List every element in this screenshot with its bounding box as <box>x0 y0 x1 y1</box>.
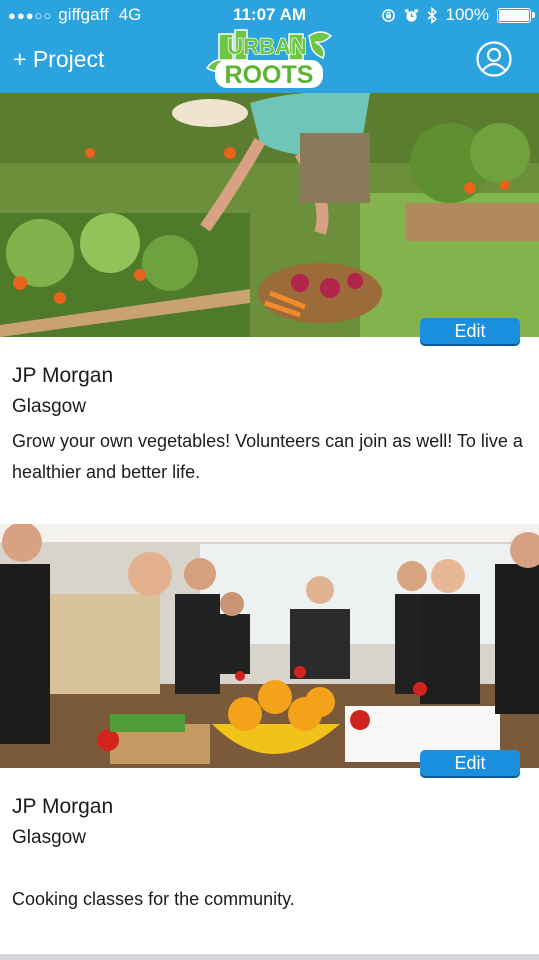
project-location: Glasgow <box>12 827 86 848</box>
project-image-vegetable-garden[interactable] <box>0 93 539 337</box>
user-icon <box>476 41 512 77</box>
edit-button[interactable]: Edit <box>420 318 520 344</box>
project-name: JP Morgan <box>12 795 114 818</box>
edit-button[interactable]: Edit <box>420 750 520 776</box>
list-bottom-edge <box>0 954 539 960</box>
logo-top-text: URBAN <box>227 34 306 59</box>
profile-button[interactable] <box>476 41 512 77</box>
battery-percent: 100% <box>445 5 489 24</box>
logo-bottom-text: ROOTS <box>225 61 314 89</box>
project-description: Grow your own vegetables! Volunteers can… <box>12 431 523 482</box>
bluetooth-icon <box>427 6 437 24</box>
urban-roots-logo: URBAN ROOTS <box>205 29 333 89</box>
battery-icon <box>497 7 535 23</box>
project-location: Glasgow <box>12 396 86 417</box>
app-header: ●●●○○ giffgaff 4G 11:07 AM 100% + Projec… <box>0 0 539 93</box>
project-description: Cooking classes for the community. <box>12 889 295 909</box>
alarm-icon <box>404 8 418 22</box>
rotation-lock-icon <box>381 8 395 22</box>
project-name: JP Morgan <box>12 364 114 387</box>
project-image-cooking-class[interactable] <box>0 524 539 768</box>
add-project-button[interactable]: + Project <box>13 46 104 73</box>
status-bar: ●●●○○ giffgaff 4G 11:07 AM 100% <box>0 0 539 30</box>
